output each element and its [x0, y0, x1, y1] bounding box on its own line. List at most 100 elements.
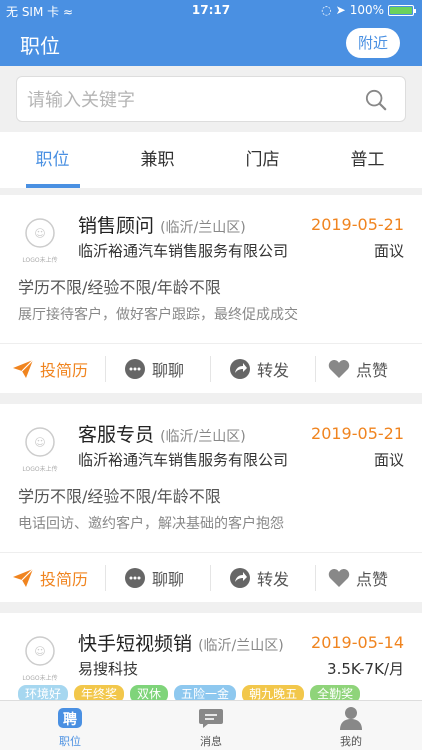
share-button[interactable]: 转发 [229, 344, 289, 394]
tabbar-label: 职位 [59, 735, 81, 748]
company-name: 易搜科技 [78, 660, 139, 678]
salary: 面议 [373, 242, 404, 260]
category-tabs: 职位 兼职 门店 普工 [0, 132, 422, 188]
job-actions: 投简历 聊聊 转发 点赞 [0, 343, 422, 393]
job-date: 2019-05-21 [311, 424, 404, 443]
salary: 3.5K-7K/月 [327, 660, 404, 678]
location-arrow-icon: ➤ [335, 3, 346, 17]
tabbar-label: 消息 [200, 735, 222, 748]
tab-label: 兼职 [140, 150, 175, 170]
like-button[interactable]: 点赞 [328, 553, 388, 603]
search-input[interactable] [27, 87, 347, 113]
benefit-tags: 环境好 年终奖 双休 五险一金 朝九晚五 全勤奖 [18, 685, 361, 700]
tab-stores[interactable]: 门店 [210, 132, 315, 188]
job-actions: 投简历 聊聊 转发 点赞 [0, 552, 422, 602]
divider [105, 565, 106, 591]
heart-icon [328, 360, 350, 378]
tab-part-time[interactable]: 兼职 [105, 132, 210, 188]
job-date: 2019-05-21 [311, 215, 404, 234]
job-icon: 聘 [58, 708, 82, 728]
job-title: 销售顾问 (临沂/兰山区) [78, 211, 246, 238]
chat-bubble-icon [125, 359, 145, 379]
benefit-tag: 朝九晚五 [242, 685, 305, 700]
job-location: (临沂/兰山区) [160, 429, 246, 445]
logo-caption: LOGO未上传 [22, 675, 58, 682]
company-logo: ☺ LOGO未上传 [20, 215, 60, 264]
apply-label: 投简历 [40, 570, 89, 589]
divider [210, 356, 211, 382]
profile-icon [340, 707, 362, 730]
benefit-tag: 五险一金 [174, 685, 237, 700]
benefit-tag: 年终奖 [74, 685, 125, 700]
job-card[interactable]: ☺ LOGO未上传 销售顾问 (临沂/兰山区) 2019-05-21 临沂裕通汽… [0, 195, 422, 393]
job-date: 2019-05-14 [311, 633, 404, 652]
like-button[interactable]: 点赞 [328, 344, 388, 394]
job-location: (临沂/兰山区) [160, 220, 246, 236]
share-button[interactable]: 转发 [229, 553, 289, 603]
search-box[interactable] [16, 76, 406, 122]
company-name: 临沂裕通汽车销售服务有限公司 [78, 451, 289, 469]
share-label: 转发 [257, 570, 290, 589]
tabbar-jobs[interactable]: 聘 职位 [40, 705, 100, 749]
divider [315, 356, 316, 382]
job-description: 电话回访、邀约客户，解决基础的客户抱怨 [18, 516, 284, 532]
company-logo: ☺ LOGO未上传 [20, 424, 60, 473]
apply-label: 投简历 [40, 361, 89, 380]
status-bar: 无 SIM 卡 ≈ 17:17 ◌ ➤ 100% [0, 0, 422, 22]
battery-icon [388, 4, 416, 16]
share-label: 转发 [257, 361, 290, 380]
svg-text:☺: ☺ [34, 436, 45, 449]
chat-button[interactable]: 聊聊 [124, 344, 184, 394]
job-card[interactable]: ☺ LOGO未上传 快手短视频销 (临沂/兰山区) 2019-05-14 易搜科… [0, 613, 422, 700]
job-title-text: 快手短视频销 [78, 633, 193, 655]
tabbar-profile[interactable]: 我的 [321, 705, 381, 749]
status-right: ◌ ➤ 100% [321, 3, 416, 17]
search-icon[interactable] [365, 89, 387, 111]
logo-caption: LOGO未上传 [22, 257, 58, 264]
tab-general-labor[interactable]: 普工 [315, 132, 420, 188]
job-title-text: 销售顾问 [78, 215, 155, 237]
job-requirements: 学历不限/经验不限/年龄不限 [18, 278, 221, 297]
apply-button[interactable]: 投简历 [12, 344, 88, 394]
page-title: 职位 [20, 34, 60, 58]
tab-jobs[interactable]: 职位 [0, 132, 105, 188]
nav-bar: 职位 附近 [0, 22, 422, 66]
job-title: 客服专员 (临沂/兰山区) [78, 420, 246, 447]
divider [315, 565, 316, 591]
apply-button[interactable]: 投简历 [12, 553, 88, 603]
chat-button[interactable]: 聊聊 [124, 553, 184, 603]
logo-placeholder-icon: ☺ [25, 218, 55, 248]
tabbar-messages[interactable]: 消息 [181, 705, 241, 749]
job-title: 快手短视频销 (临沂/兰山区) [78, 629, 284, 656]
lock-rotation-icon: ◌ [321, 3, 332, 17]
benefit-tag: 全勤奖 [310, 685, 361, 700]
divider [105, 356, 106, 382]
like-label: 点赞 [356, 361, 389, 380]
chat-label: 聊聊 [152, 570, 185, 589]
svg-text:☺: ☺ [34, 227, 45, 240]
bottom-tab-bar: 聘 职位 消息 我的 [0, 700, 422, 750]
job-card[interactable]: ☺ LOGO未上传 客服专员 (临沂/兰山区) 2019-05-21 临沂裕通汽… [0, 404, 422, 602]
divider [210, 565, 211, 591]
nearby-button[interactable]: 附近 [345, 28, 400, 58]
share-icon [230, 359, 250, 379]
chat-bubble-icon [125, 568, 145, 588]
message-icon [199, 709, 223, 728]
svg-text:聘: 聘 [63, 711, 77, 728]
battery-percent: 100% [349, 3, 384, 17]
tab-active-indicator [26, 184, 80, 188]
paper-plane-icon [13, 359, 34, 378]
chat-label: 聊聊 [152, 361, 185, 380]
benefit-tag: 环境好 [18, 685, 69, 700]
job-title-text: 客服专员 [78, 424, 155, 446]
job-requirements: 学历不限/经验不限/年龄不限 [18, 487, 221, 506]
share-icon [230, 568, 250, 588]
benefit-tag: 双休 [130, 685, 169, 700]
job-description: 展厅接待客户，做好客户跟踪，最终促成成交 [18, 307, 298, 323]
logo-placeholder-icon: ☺ [25, 636, 55, 666]
logo-placeholder-icon: ☺ [25, 427, 55, 457]
company-name: 临沂裕通汽车销售服务有限公司 [78, 242, 289, 260]
tab-label: 普工 [350, 150, 385, 170]
tab-label: 职位 [35, 150, 70, 170]
tab-label: 门店 [245, 150, 280, 170]
